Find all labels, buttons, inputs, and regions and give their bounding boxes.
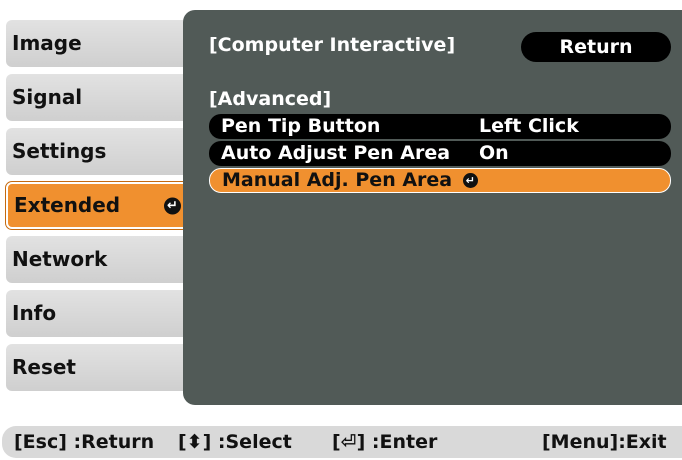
sidebar-item-network[interactable]: Network [6,236,193,283]
row-auto-adjust-pen-area[interactable]: Auto Adjust Pen Area On [209,141,671,166]
footer-enter-hint: [⏎] :Enter [332,431,438,453]
row-label: Pen Tip Button [221,115,381,137]
sidebar-item-signal[interactable]: Signal [6,74,193,121]
sidebar-item-label: Settings [12,139,107,163]
footer-help-bar: [Esc] :Return [⬍] :Select [⏎] :Enter [Me… [2,426,682,458]
sidebar-item-label: Info [12,301,57,325]
return-button[interactable]: Return [521,32,671,62]
sidebar-item-label: Network [12,247,108,271]
settings-panel: [Computer Interactive] Return [Advanced]… [183,10,682,405]
row-label: Manual Adj. Pen Area [222,169,453,191]
footer-menu-hint: [Menu]:Exit [542,431,667,453]
sidebar-item-label: Signal [12,85,83,109]
row-value: On [479,142,509,164]
row-value: Left Click [479,115,579,137]
sidebar-item-label: Image [12,31,82,55]
sidebar-item-image[interactable]: Image [6,20,193,67]
enter-icon: ↵ [164,197,181,214]
row-pen-tip-button[interactable]: Pen Tip Button Left Click [209,114,671,139]
sidebar-item-settings[interactable]: Settings [6,128,193,175]
footer-esc-hint: [Esc] :Return [14,431,155,453]
sidebar-item-label: Reset [12,355,76,379]
row-manual-adj-pen-area[interactable]: Manual Adj. Pen Area ↵ [209,168,671,193]
panel-title: [Computer Interactive] [209,34,456,56]
row-label: Auto Adjust Pen Area [221,142,451,164]
enter-icon: ↵ [462,173,478,188]
section-heading: [Advanced] [209,88,332,110]
sidebar-item-info[interactable]: Info [6,290,193,337]
footer-select-hint: [⬍] :Select [178,431,292,453]
sidebar-item-extended[interactable]: Extended ↵ [5,181,194,230]
sidebar-item-label: Extended [14,193,121,217]
sidebar-item-reset[interactable]: Reset [6,344,193,391]
